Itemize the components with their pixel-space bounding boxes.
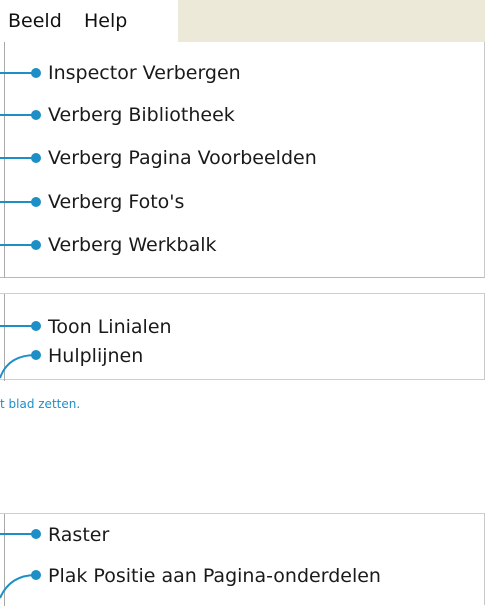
leader-dot [31,350,41,360]
leader-dot [31,110,41,120]
leader-dot [31,240,41,250]
callout-leaders [0,68,41,599]
leader-dot [31,68,41,78]
leader-dot [31,570,41,580]
leader-dot [31,529,41,539]
leader-dot [31,321,41,331]
leader-line [0,354,37,379]
leader-dot [31,197,41,207]
leader-line [0,574,37,599]
leader-dot [31,153,41,163]
